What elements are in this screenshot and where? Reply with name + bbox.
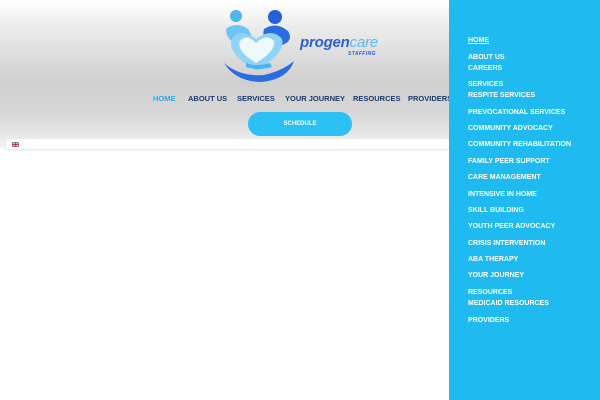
heart-hands-logo-icon	[224, 10, 294, 82]
side-item-providers[interactable]: PROVIDERS	[468, 317, 509, 324]
nav-your-journey[interactable]: YOUR JOURNEY	[285, 94, 345, 103]
side-item-about-us[interactable]: ABOUT US	[468, 54, 505, 61]
site-header: progencare STAFFING HOME ABOUT US SERVIC…	[0, 0, 452, 148]
language-bar	[6, 139, 449, 149]
side-menu-panel: HOME ABOUT US CAREERS SERVICES RESPITE S…	[449, 0, 600, 400]
side-item-family-peer-support[interactable]: FAMILY PEER SUPPORT	[468, 158, 550, 165]
uk-flag-icon[interactable]	[12, 142, 19, 147]
brand-tagline: STAFFING	[348, 51, 376, 57]
brand-name-main: progen	[300, 34, 350, 51]
nav-resources[interactable]: RESOURCES	[353, 94, 401, 103]
main-navigation: HOME ABOUT US SERVICES YOUR JOURNEY RESO…	[0, 94, 452, 106]
side-item-resources[interactable]: RESOURCES	[468, 289, 512, 296]
nav-home[interactable]: HOME	[153, 94, 176, 103]
brand-name-accent: care	[349, 34, 379, 51]
side-item-youth-peer-advocacy[interactable]: YOUTH PEER ADVOCACY	[468, 223, 555, 230]
side-item-careers[interactable]: CAREERS	[468, 65, 502, 72]
side-item-crisis-intervention[interactable]: CRISIS INTERVENTION	[468, 240, 545, 247]
schedule-button[interactable]: SCHEDULE	[248, 112, 352, 136]
side-item-respite-services[interactable]: RESPITE SERVICES	[468, 92, 535, 99]
nav-providers[interactable]: PROVIDERS	[408, 94, 452, 103]
side-item-aba-therapy[interactable]: ABA THERAPY	[468, 256, 518, 263]
side-item-your-journey[interactable]: YOUR JOURNEY	[468, 272, 524, 279]
progen-care-logo[interactable]: progencare STAFFING	[220, 5, 385, 85]
nav-about-us[interactable]: ABOUT US	[188, 94, 227, 103]
side-item-intensive-in-home[interactable]: INTENSIVE IN HOME	[468, 191, 537, 198]
side-item-prevocational-services[interactable]: PREVOCATIONAL SERVICES	[468, 109, 565, 116]
side-item-medicaid-resources[interactable]: MEDICAID RESOURCES	[468, 300, 549, 307]
side-item-community-advocacy[interactable]: COMMUNITY ADVOCACY	[468, 125, 553, 132]
side-item-community-rehabilitation[interactable]: COMMUNITY REHABILITATION	[468, 141, 571, 148]
side-item-care-management[interactable]: CARE MANAGEMENT	[468, 174, 541, 181]
side-item-skill-building[interactable]: SKILL BUILDING	[468, 207, 524, 214]
brand-name: progencare	[300, 34, 378, 51]
side-item-home[interactable]: HOME	[468, 37, 489, 44]
side-item-services[interactable]: SERVICES	[468, 81, 503, 88]
nav-services[interactable]: SERVICES	[237, 94, 275, 103]
